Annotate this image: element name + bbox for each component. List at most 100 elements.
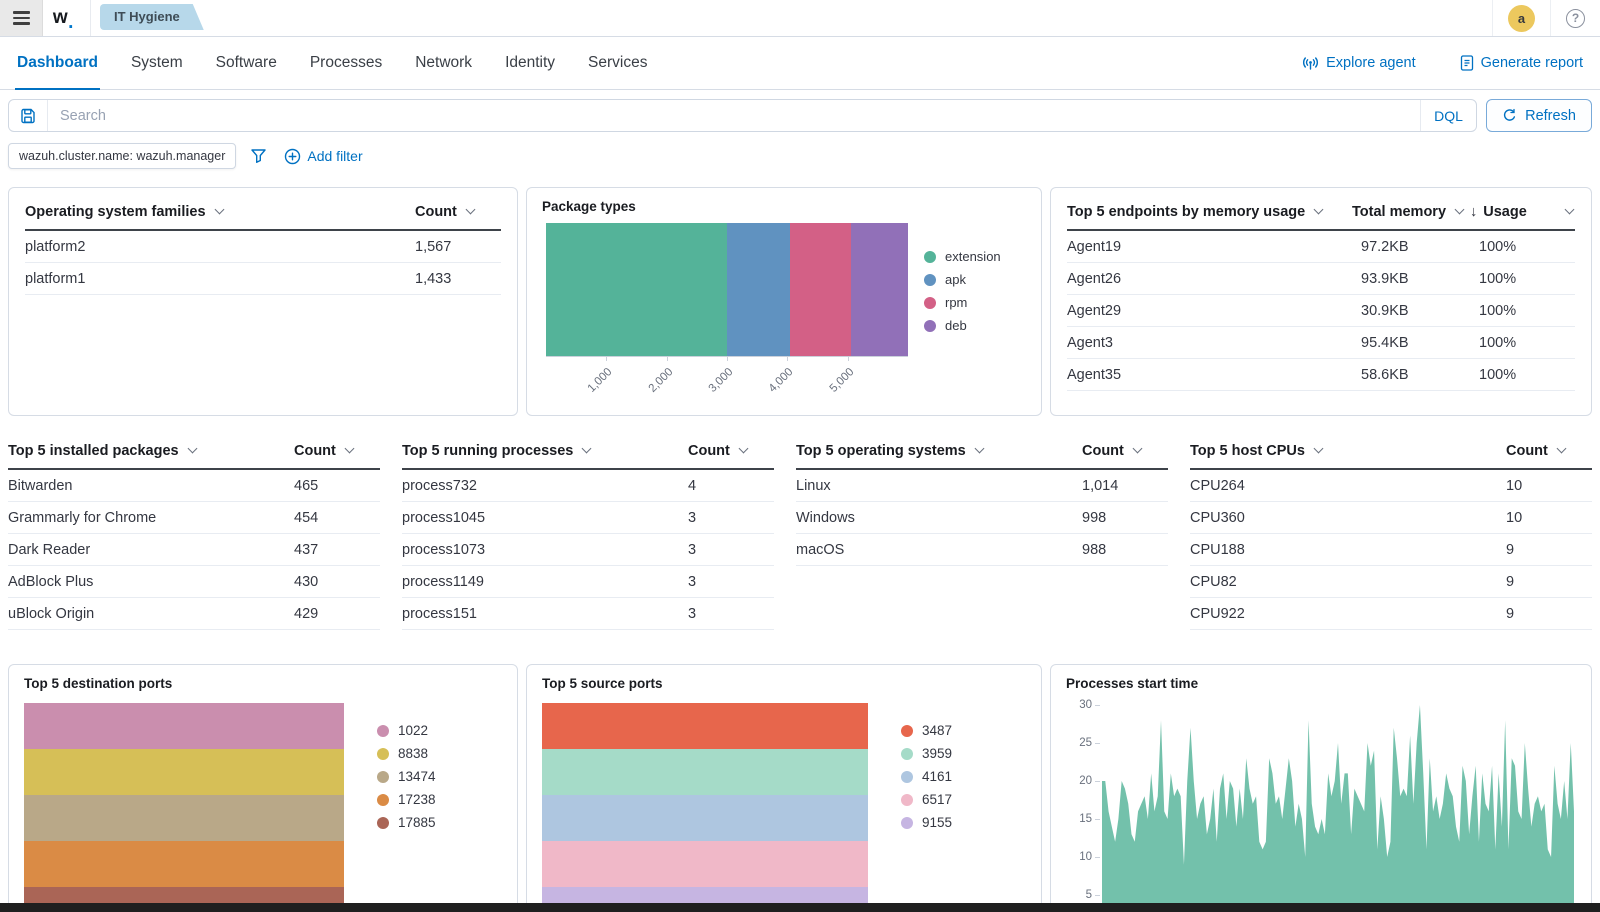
table-row: CPU26410 [1190, 470, 1592, 502]
add-filter-button[interactable]: Add filter [284, 148, 362, 165]
cell-count: 10 [1506, 510, 1592, 526]
refresh-button[interactable]: Refresh [1486, 99, 1592, 132]
table-row: Bitwarden465 [8, 470, 380, 502]
legend-item[interactable]: 3959 [901, 742, 1026, 765]
filter-pill[interactable]: wazuh.cluster.name: wazuh.manager [8, 143, 236, 169]
panel-title: Top 5 endpoints by memory usage [1067, 204, 1305, 220]
cell-name: process732 [402, 478, 688, 494]
bar-segment [546, 223, 727, 356]
chevron-down-icon[interactable] [974, 444, 984, 454]
panel-installed-packages: Top 5 installed packages Count Bitwarden… [8, 433, 380, 630]
y-tick-label: 25 [1079, 736, 1092, 750]
legend-dot-icon [901, 817, 913, 829]
chevron-down-icon[interactable] [1132, 444, 1142, 454]
table-row: CPU1889 [1190, 534, 1592, 566]
tab-processes[interactable]: Processes [310, 37, 382, 89]
tab-software[interactable]: Software [216, 37, 277, 89]
help-icon[interactable]: ? [1566, 9, 1585, 28]
sort-desc-icon[interactable]: ↓ [1470, 204, 1477, 220]
table-row: Agent2930.9KB100% [1067, 295, 1575, 327]
legend-dot-icon [901, 725, 913, 737]
tab-services[interactable]: Services [588, 37, 647, 89]
explore-agent-button[interactable]: Explore agent [1302, 55, 1415, 71]
legend-dot-icon [901, 794, 913, 806]
legend-item[interactable]: 9155 [901, 811, 1026, 834]
legend-item[interactable]: 3487 [901, 719, 1026, 742]
legend-item[interactable]: 1022 [377, 719, 502, 742]
chevron-down-icon[interactable] [465, 205, 475, 215]
chevron-down-icon[interactable] [1565, 205, 1575, 215]
cell-count: 998 [1082, 510, 1168, 526]
table-row: process1513 [402, 598, 774, 630]
legend-label: 1022 [398, 723, 428, 738]
y-tick-label: 15 [1079, 812, 1092, 826]
panel-destination-ports: Top 5 destination ports 1022883813474172… [8, 664, 518, 912]
cell-name: Agent26 [1067, 271, 1361, 287]
legend-item[interactable]: 13474 [377, 765, 502, 788]
table-body: platform21,567platform11,433 [25, 231, 501, 295]
save-query-button[interactable] [9, 100, 48, 131]
bar-segment [24, 749, 344, 795]
legend-item[interactable]: 4161 [901, 765, 1026, 788]
panel-host-cpus: Top 5 host CPUs Count CPU26410CPU36010CP… [1190, 433, 1592, 630]
breadcrumb-tab[interactable]: IT Hygiene [100, 4, 204, 30]
table-row: Agent1997.2KB100% [1067, 231, 1575, 263]
cell-memory: 30.9KB [1361, 303, 1479, 319]
tab-network[interactable]: Network [415, 37, 472, 89]
app-logo[interactable]: w. [43, 0, 91, 36]
cell-count: 3 [688, 510, 774, 526]
legend-item[interactable]: extension [924, 245, 1001, 268]
legend-item[interactable]: 8838 [377, 742, 502, 765]
filter-funnel-button[interactable] [250, 148, 267, 164]
tab-identity[interactable]: Identity [505, 37, 555, 89]
cell-name: process1149 [402, 574, 688, 590]
menu-button[interactable] [0, 0, 43, 36]
chevron-down-icon[interactable] [1556, 444, 1566, 454]
chevron-down-icon[interactable] [1455, 205, 1465, 215]
legend-item[interactable]: apk [924, 268, 1001, 291]
table-row: uBlock Origin429 [8, 598, 380, 630]
cell-memory: 95.4KB [1361, 335, 1479, 351]
legend-item[interactable]: deb [924, 314, 1001, 337]
legend-item[interactable]: 6517 [901, 788, 1026, 811]
legend-dot-icon [901, 771, 913, 783]
avatar[interactable]: a [1508, 5, 1535, 32]
window-bottom-edge [0, 903, 1600, 912]
chevron-down-icon[interactable] [344, 444, 354, 454]
cell-count: 9 [1506, 542, 1592, 558]
table-row: CPU829 [1190, 566, 1592, 598]
generate-report-button[interactable]: Generate report [1460, 55, 1583, 71]
legend-label: rpm [945, 295, 967, 310]
area-chart [1102, 701, 1574, 912]
table-row: AdBlock Plus430 [8, 566, 380, 598]
usage-header: Usage [1483, 204, 1527, 220]
tab-dashboard[interactable]: Dashboard [17, 37, 98, 89]
legend-label: 3487 [922, 723, 952, 738]
chevron-down-icon[interactable] [1314, 205, 1324, 215]
bar-segment [542, 703, 868, 749]
chevron-down-icon[interactable] [214, 205, 224, 215]
chart-legend: 3487 3959416165179155 [884, 719, 1026, 912]
tab-system[interactable]: System [131, 37, 183, 89]
legend-item[interactable]: rpm [924, 291, 1001, 314]
save-icon [20, 108, 36, 124]
cell-usage: 100% [1479, 367, 1575, 383]
bar-segment [24, 795, 344, 841]
legend-item[interactable]: 17885 [377, 811, 502, 834]
panel-os-families: Operating system families Count platform… [8, 187, 518, 416]
query-language-button[interactable]: DQL [1420, 100, 1476, 131]
panel-running-processes: Top 5 running processes Count process732… [402, 433, 774, 630]
chevron-down-icon[interactable] [738, 444, 748, 454]
cell-name: Agent19 [1067, 239, 1361, 255]
search-input[interactable] [48, 100, 1420, 131]
cell-usage: 100% [1479, 303, 1575, 319]
chevron-down-icon[interactable] [582, 444, 592, 454]
table-row: macOS988 [796, 534, 1168, 566]
chevron-down-icon[interactable] [187, 444, 197, 454]
panel-source-ports: Top 5 source ports 34873959416165179155 [526, 664, 1042, 912]
legend-item[interactable]: 17238 [377, 788, 502, 811]
chevron-down-icon[interactable] [1313, 444, 1323, 454]
y-tick [1095, 781, 1100, 782]
legend-dot-icon [924, 251, 936, 263]
cell-usage: 100% [1479, 335, 1575, 351]
